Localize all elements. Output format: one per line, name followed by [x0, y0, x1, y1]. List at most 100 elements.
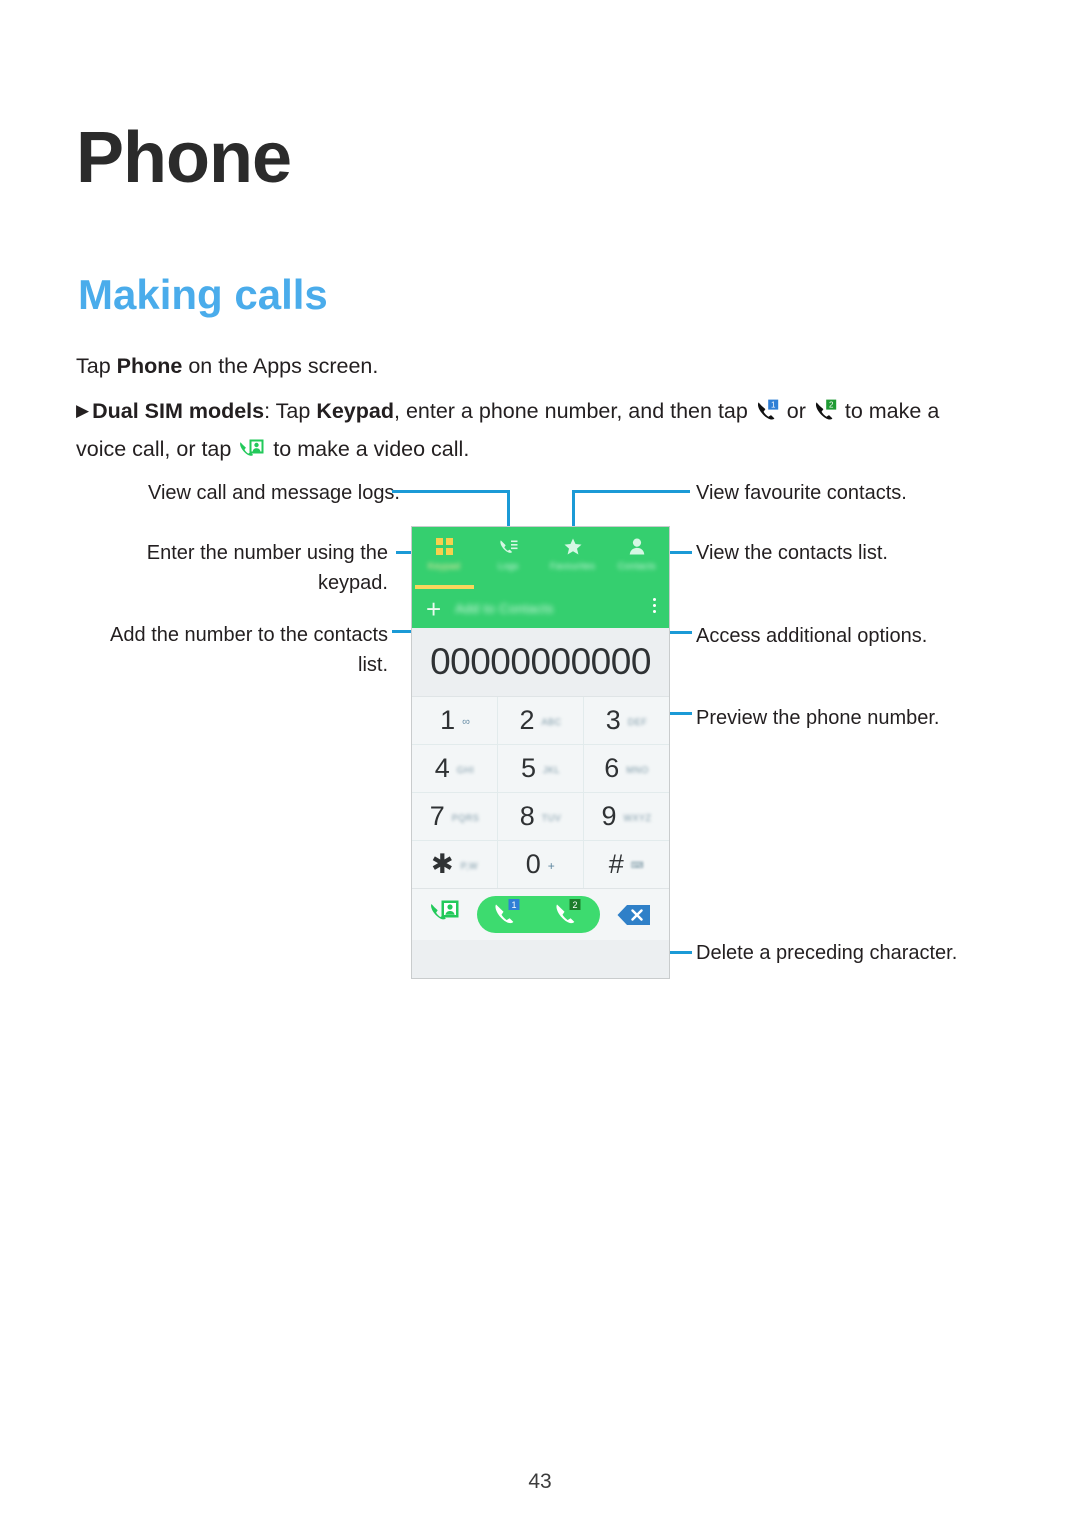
key-digit: 1 [440, 705, 456, 735]
key-digit: 5 [520, 753, 536, 783]
svg-text:2: 2 [573, 900, 578, 910]
key-digit: # [608, 849, 624, 879]
key-sub: DEF [627, 716, 648, 727]
key-9[interactable]: 9 WXYZ [584, 793, 669, 840]
call-buttons-pill: 1 2 [477, 896, 600, 933]
keypad-label: Keypad [316, 399, 394, 423]
section-title: Making calls [78, 271, 328, 318]
callout-preview-number: Preview the phone number. [696, 707, 940, 729]
callout-view-logs: View call and message logs. [148, 482, 400, 504]
keypad-grid-icon [435, 536, 453, 556]
call-sim1-icon: 1 [756, 398, 779, 422]
video-call-icon [239, 436, 265, 459]
more-dot [653, 604, 656, 607]
add-to-contacts-label: Add to Contacts [455, 601, 554, 616]
key-sub: PQRS [451, 812, 480, 823]
leader-line-fav-h [572, 490, 690, 493]
video-call-button[interactable] [430, 899, 460, 930]
key-digit: 7 [429, 801, 445, 831]
key-star[interactable]: ✱ P,W [412, 841, 498, 888]
key-digit: 4 [434, 753, 450, 783]
tap-suffix: on the Apps screen. [182, 354, 379, 378]
manual-page: Phone Making calls Tap Phone on the Apps… [0, 0, 1080, 1527]
dialpad-action-row: 1 2 [412, 888, 669, 940]
key-3[interactable]: 3 DEF [584, 697, 669, 744]
svg-text:1: 1 [771, 400, 776, 409]
key-digit: 2 [519, 705, 535, 735]
call-sim1-button[interactable]: 1 [493, 898, 523, 931]
key-5[interactable]: 5 JKL [498, 745, 584, 792]
key-sub: TUV [541, 812, 562, 823]
tab-logs-label: Logs [498, 561, 519, 571]
key-4[interactable]: 4 GHI [412, 745, 498, 792]
tab-favourites-label: Favourites [550, 561, 596, 571]
callout-view-contacts: View the contacts list. [696, 542, 888, 564]
bullet-triangle-icon: ▶ [76, 401, 90, 420]
dialpad-row: 1 ∞ 2 ABC 3 DEF [412, 697, 669, 745]
key-sub: ∞ [462, 715, 470, 728]
key-sub: MNO [626, 764, 649, 775]
key-sub: + [547, 858, 556, 873]
body-copy: Tap Phone on the Apps screen. ▶ Dual SIM … [76, 348, 976, 476]
key-1[interactable]: 1 ∞ [412, 697, 498, 744]
key-hash[interactable]: # ⌨ [584, 841, 669, 888]
dialpad: 1 ∞ 2 ABC 3 DEF 4 GHI 5 JKL 6 MNO 7 PQRS 8 TUV 9… [412, 696, 669, 888]
tab-keypad[interactable]: Keypad [412, 527, 476, 589]
tab-favourites[interactable]: Favourites [541, 527, 605, 589]
dual-sim-colon: : Tap [264, 399, 317, 423]
callout-add-contact: Add the number to the contacts list. [110, 624, 388, 676]
add-to-contacts-row[interactable]: + Add to Contacts [412, 589, 669, 628]
key-sub: P,W [460, 860, 478, 871]
tab-contacts[interactable]: Contacts [605, 527, 669, 589]
backspace-button[interactable] [617, 904, 651, 926]
key-digit: 0 [525, 849, 541, 879]
key-2[interactable]: 2 ABC [498, 697, 584, 744]
more-dot [653, 610, 656, 613]
key-0[interactable]: 0 + [498, 841, 584, 888]
key-6[interactable]: 6 MNO [584, 745, 669, 792]
star-icon [564, 536, 582, 556]
person-icon [629, 536, 645, 556]
key-digit: 6 [604, 753, 620, 783]
svg-text:2: 2 [829, 400, 834, 409]
dialed-number: 00000000000 [430, 641, 651, 682]
key-sub: WXYZ [623, 812, 652, 823]
key-digit: ✱ [431, 849, 454, 879]
key-8[interactable]: 8 TUV [498, 793, 584, 840]
key-7[interactable]: 7 PQRS [412, 793, 498, 840]
more-options-icon[interactable] [653, 598, 656, 613]
dialpad-row: 7 PQRS 8 TUV 9 WXYZ [412, 793, 669, 841]
key-sub: GHI [456, 764, 475, 775]
phone-header: Keypad Logs Favourites Contacts + Add to… [412, 527, 669, 628]
plus-icon: + [426, 593, 442, 624]
dialpad-row: 4 GHI 5 JKL 6 MNO [412, 745, 669, 793]
call-log-icon [499, 536, 518, 556]
dual-sim-mid: , enter a phone number, and then tap [394, 399, 754, 423]
dual-sim-end: to make a video call. [267, 437, 470, 461]
tab-keypad-label: Keypad [427, 561, 461, 571]
number-display[interactable]: 00000000000 [412, 628, 669, 696]
tab-logs[interactable]: Logs [476, 527, 540, 589]
callout-enter-number: Enter the number using the keypad. [146, 542, 388, 594]
page-number: 43 [528, 1470, 552, 1493]
callout-view-favourites: View favourite contacts. [696, 482, 907, 504]
callout-delete-character: Delete a preceding character. [696, 942, 958, 964]
svg-text:1: 1 [511, 900, 516, 910]
callout-additional-options: Access additional options. [696, 625, 928, 647]
call-sim2-icon: 2 [814, 398, 837, 422]
phone-app-screenshot: Keypad Logs Favourites Contacts + Add to… [411, 526, 670, 979]
page-title: Phone [76, 118, 292, 198]
phone-app-name: Phone [116, 354, 183, 378]
key-sub: ABC [541, 716, 562, 727]
instruction-apps-screen: Tap Phone on the Apps screen. [76, 348, 976, 385]
phone-tabbar: Keypad Logs Favourites Contacts [412, 527, 669, 589]
key-sub: JKL [543, 764, 561, 775]
key-digit: 9 [601, 801, 617, 831]
more-dot [653, 598, 656, 601]
call-sim2-button[interactable]: 2 [554, 898, 584, 931]
dialpad-row: ✱ P,W 0 + # ⌨ [412, 841, 669, 888]
dual-sim-or: or [780, 399, 812, 423]
instruction-dual-sim: ▶ Dual SIM models: Tap Keypad, enter a ph… [76, 393, 976, 468]
key-sub: ⌨ [630, 860, 645, 870]
tab-contacts-label: Contacts [617, 561, 656, 571]
